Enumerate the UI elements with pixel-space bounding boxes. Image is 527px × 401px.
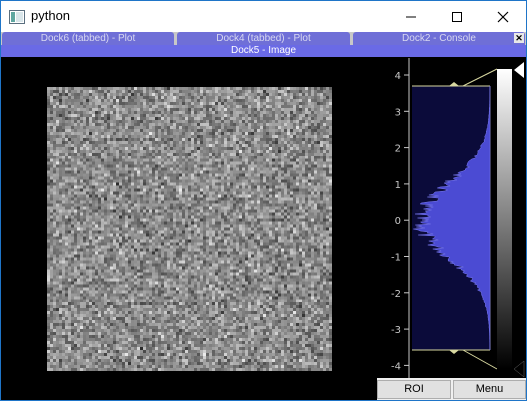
title-bar[interactable]: python — [1, 1, 526, 32]
tab-label: Dock4 (tabbed) - Plot — [216, 33, 311, 44]
tab-dock4[interactable]: Dock4 (tabbed) - Plot — [177, 32, 350, 45]
close-icon[interactable]: ✕ — [514, 33, 524, 43]
noise-image[interactable] — [47, 87, 332, 371]
tab-label: Dock6 (tabbed) - Plot — [40, 33, 136, 44]
python-window-icon — [9, 9, 25, 24]
menu-button[interactable]: Menu — [453, 380, 526, 399]
tab-label: Dock2 - Console — [402, 33, 476, 44]
dock-title[interactable]: Dock5 - Image — [1, 45, 526, 57]
axis-tick-label: 0 — [395, 216, 401, 227]
level-max-handle[interactable] — [449, 82, 459, 86]
image-button-bar: ROI Menu — [377, 378, 526, 400]
close-button[interactable] — [480, 1, 526, 32]
window-title: python — [31, 8, 71, 23]
gradient-white-tick[interactable] — [514, 62, 524, 78]
axis-tick-label: -4 — [391, 361, 401, 372]
minimize-icon — [406, 16, 416, 18]
tab-dock2[interactable]: Dock2 - Console ✕ — [353, 32, 525, 45]
axis-tick-label: -1 — [391, 253, 401, 264]
minimize-button[interactable] — [388, 1, 434, 32]
image-viewport[interactable]: 4 3 2 1 0 -1 -2 -3 -4 ROI Menu — [1, 58, 526, 400]
dock-tab-bar: Dock6 (tabbed) - Plot Dock4 (tabbed) - P… — [1, 32, 526, 45]
gradient-bar[interactable] — [497, 69, 512, 369]
maximize-button[interactable] — [434, 1, 480, 32]
axis-tick-label: -3 — [391, 325, 401, 336]
level-min-handle[interactable] — [449, 350, 459, 354]
maximize-icon — [452, 12, 462, 22]
close-icon — [497, 11, 509, 23]
app-window: python Dock6 (tabbed) - Plot Dock4 (tabb… — [0, 0, 527, 401]
gradient-black-tick[interactable] — [513, 360, 525, 378]
axis-tick-label: 3 — [395, 107, 401, 118]
roi-button[interactable]: ROI — [377, 380, 451, 399]
tab-dock6[interactable]: Dock6 (tabbed) - Plot — [2, 32, 174, 45]
axis-tick-label: -2 — [391, 289, 401, 300]
histogram-lut[interactable]: 4 3 2 1 0 -1 -2 -3 -4 — [379, 58, 526, 378]
axis-tick-label: 1 — [395, 180, 401, 191]
axis-tick-label: 4 — [395, 71, 401, 82]
axis-tick-label: 2 — [395, 144, 401, 155]
